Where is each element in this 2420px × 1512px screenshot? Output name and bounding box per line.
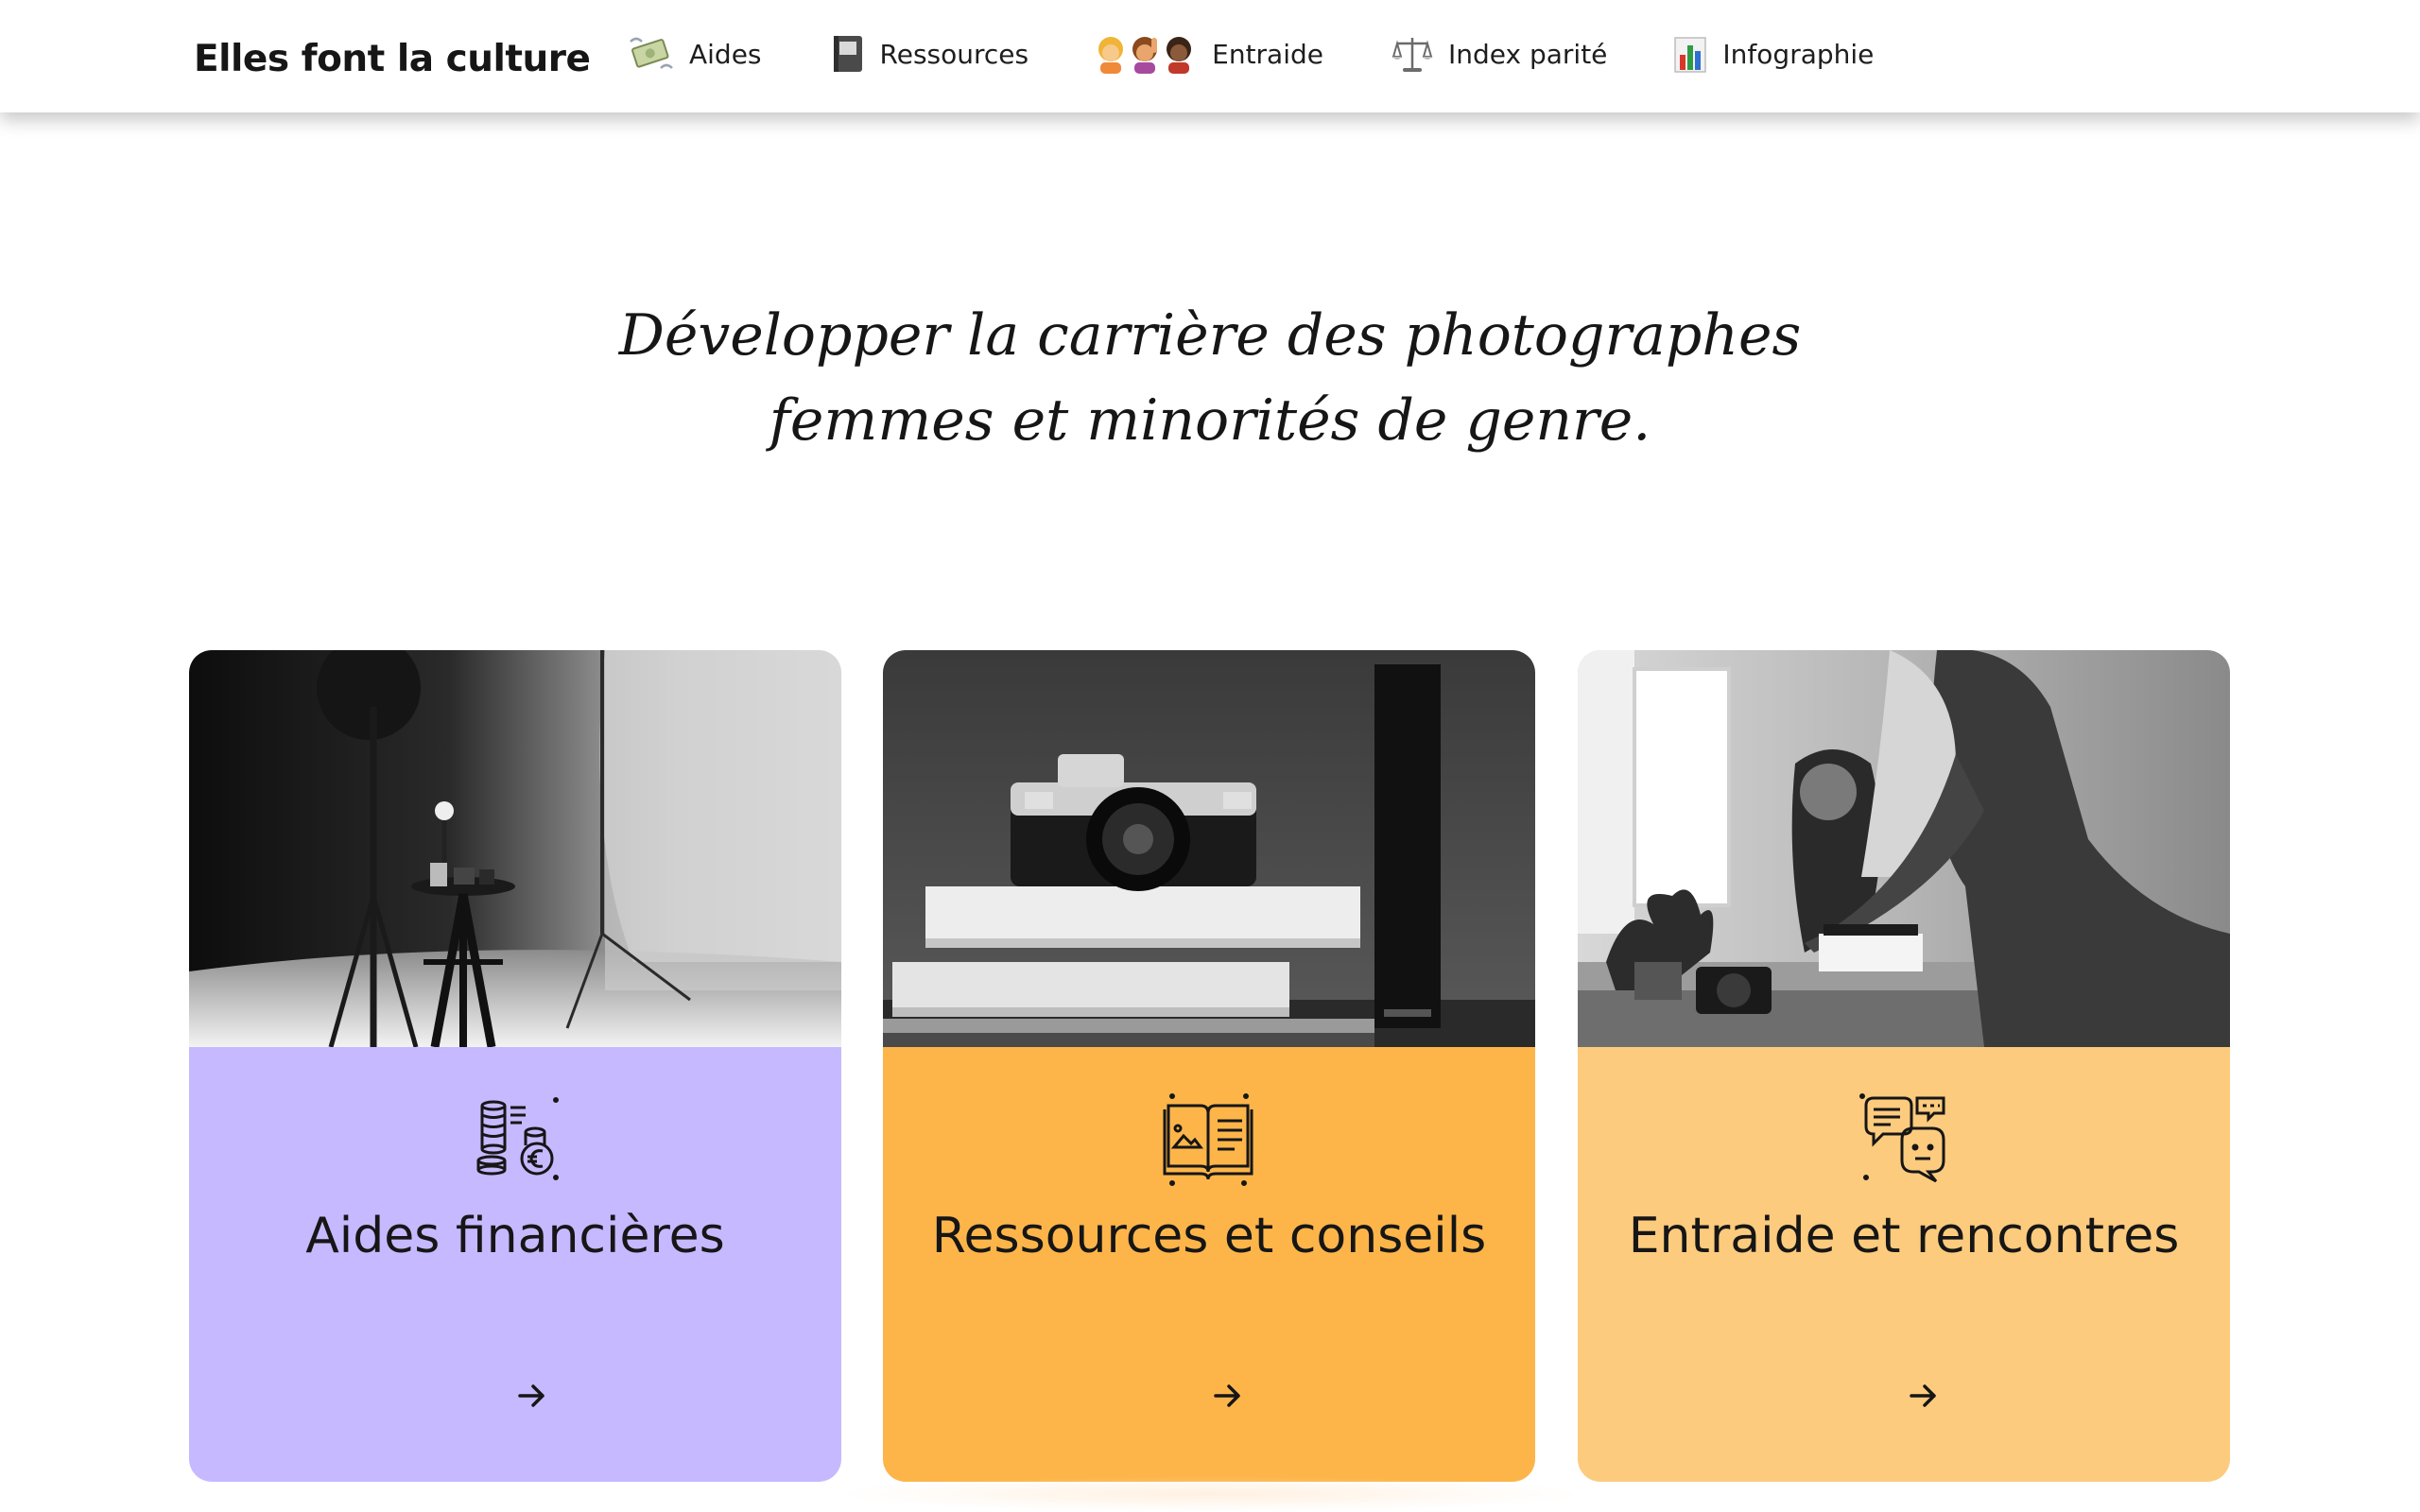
nav-label: Ressources [879, 38, 1029, 70]
card-body [189, 1047, 841, 1482]
card-body [1578, 1047, 2230, 1482]
camera-books-photo [883, 650, 1535, 1047]
bar-chart-icon [1673, 34, 1707, 74]
nav-label: Aides [689, 38, 762, 70]
nav-item-infographie[interactable]: Infographie [1673, 28, 1874, 79]
notebook-icon [831, 34, 865, 74]
tagline-line-2: femmes et minorités de genre. [769, 387, 1651, 454]
nav-item-aides[interactable]: Aides [629, 28, 762, 79]
site-brand[interactable]: Elles font la culture [194, 38, 591, 80]
women-working-photo [1578, 650, 2230, 1047]
main-nav: Aides Ressources Entraide Index parité I… [629, 28, 1874, 79]
site-header: Elles font la culture Aides Ressources E… [0, 0, 2420, 112]
nav-item-ressources[interactable]: Ressources [831, 28, 1029, 79]
studio-lighting-photo [189, 650, 841, 1047]
tagline-line-1: Développer la carrière des photographes [618, 302, 1802, 369]
card-body [883, 1047, 1535, 1482]
nav-item-entraide[interactable]: Entraide [1095, 28, 1323, 79]
nav-item-index-parite[interactable]: Index parité [1392, 28, 1607, 79]
hero-tagline: Développer la carrière des photographes … [0, 293, 2420, 463]
bottom-glow [832, 1476, 1588, 1512]
money-with-wings-icon [629, 34, 674, 74]
card-aides-financieres[interactable] [189, 650, 841, 1482]
nav-label: Index parité [1448, 38, 1608, 70]
nav-label: Infographie [1722, 38, 1875, 70]
nav-label: Entraide [1212, 38, 1323, 70]
card-entraide-rencontres[interactable] [1578, 650, 2230, 1482]
balance-scale-icon [1392, 34, 1433, 74]
card-ressources-conseils[interactable] [883, 650, 1535, 1482]
women-group-icon [1095, 34, 1197, 74]
